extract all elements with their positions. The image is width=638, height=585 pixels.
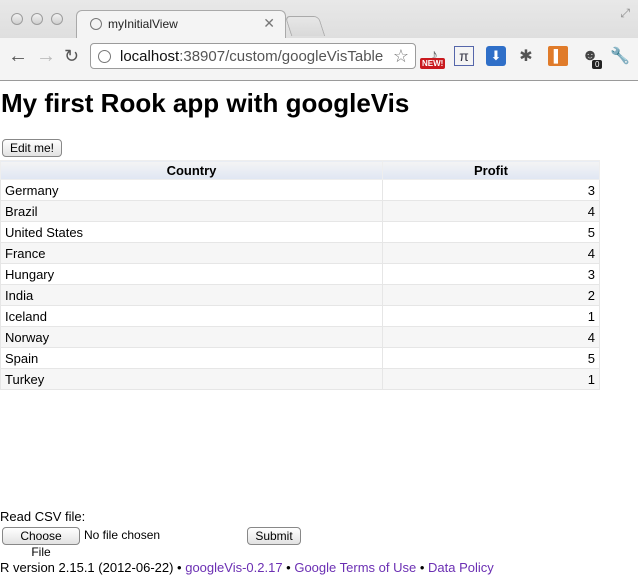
back-arrow-icon[interactable]: ← (8, 45, 28, 68)
r-version-text: R version 2.15.1 (2012-06-22) (0, 560, 174, 575)
cell-country: Iceland (0, 305, 383, 327)
cell-country: France (0, 242, 383, 264)
page-content: My first Rook app with googleVis Edit me… (0, 81, 638, 585)
zoom-window-icon[interactable] (51, 13, 63, 25)
extension-download-icon[interactable]: ⬇ (486, 46, 506, 66)
choose-file-button[interactable]: Choose File (2, 527, 80, 559)
tab-close-icon[interactable]: ✕ (263, 15, 275, 32)
forward-arrow-icon[interactable]: → (36, 45, 56, 68)
table-row[interactable]: Hungary 3 (0, 263, 600, 285)
cell-profit: 5 (382, 347, 600, 369)
cell-profit: 3 (382, 263, 600, 285)
page-title: My first Rook app with googleVis (1, 88, 410, 118)
table-row[interactable]: France 4 (0, 242, 600, 264)
cell-profit: 4 (382, 326, 600, 348)
csv-upload-label: Read CSV file: (0, 509, 86, 524)
cell-country: Brazil (0, 200, 383, 222)
footer-separator: • (416, 560, 428, 575)
new-badge: NEW! (420, 58, 446, 69)
cell-profit: 1 (382, 368, 600, 390)
page-info-icon[interactable] (98, 50, 111, 63)
table-row[interactable]: Brazil 4 (0, 200, 600, 222)
cell-profit: 5 (382, 221, 600, 243)
cell-profit: 3 (382, 179, 600, 201)
table-row[interactable]: Turkey 1 (0, 368, 600, 390)
cell-country: Germany (0, 179, 383, 201)
footer: R version 2.15.1 (2012-06-22) • googleVi… (0, 560, 494, 575)
close-window-icon[interactable] (11, 13, 23, 25)
cell-country: Norway (0, 326, 383, 348)
table-row[interactable]: Germany 3 (0, 179, 600, 201)
reload-icon[interactable]: ↻ (64, 46, 79, 67)
url-text: localhost:38907/custom/googleVisTable (120, 48, 384, 65)
no-file-status: No file chosen (84, 528, 161, 542)
table-row[interactable]: United States 5 (0, 221, 600, 243)
cell-profit: 4 (382, 200, 600, 222)
table-row[interactable]: India 2 (0, 284, 600, 306)
column-header-profit[interactable]: Profit (382, 160, 600, 180)
table-header-row: Country Profit (0, 160, 600, 180)
cell-profit: 2 (382, 284, 600, 306)
new-tab-button[interactable] (284, 16, 326, 36)
table-row[interactable]: Spain 5 (0, 347, 600, 369)
minimize-window-icon[interactable] (31, 13, 43, 25)
submit-button[interactable]: Submit (247, 527, 301, 545)
fullscreen-icon[interactable]: ⤢ (620, 6, 630, 21)
globe-icon (90, 18, 102, 30)
cell-country: India (0, 284, 383, 306)
browser-tab[interactable]: myInitialView ✕ (76, 10, 286, 38)
data-table: Country Profit Germany 3 Brazil 4 United S… (0, 160, 600, 390)
extension-pi-icon[interactable]: π (454, 46, 474, 66)
address-bar[interactable]: localhost:38907/custom/googleVisTable ☆ (90, 43, 416, 69)
data-policy-link[interactable]: Data Policy (428, 560, 494, 575)
wrench-menu-icon[interactable]: 🔧 (610, 46, 630, 66)
cell-country: Turkey (0, 368, 383, 390)
table-row[interactable]: Iceland 1 (0, 305, 600, 327)
edit-button[interactable]: Edit me! (2, 139, 62, 157)
table-row[interactable]: Norway 4 (0, 326, 600, 348)
extension-book-icon[interactable]: ▌ (548, 46, 568, 66)
cell-profit: 1 (382, 305, 600, 327)
cell-country: Spain (0, 347, 383, 369)
browser-chrome: myInitialView ✕ ⤢ ← → ↻ localhost:38907/… (0, 0, 638, 81)
column-header-country[interactable]: Country (0, 160, 383, 180)
googlevis-link[interactable]: googleVis-0.2.17 (185, 560, 282, 575)
extension-bug-icon[interactable]: ✱ (516, 46, 536, 66)
bookmark-star-icon[interactable]: ☆ (393, 46, 409, 67)
footer-separator: • (173, 560, 186, 575)
cell-country: United States (0, 221, 383, 243)
browser-toolbar: ← → ↻ localhost:38907/custom/googleVisTa… (0, 38, 638, 80)
footer-separator: • (282, 560, 295, 575)
tab-title: myInitialView (108, 17, 178, 31)
count-badge: 0 (592, 60, 603, 69)
cell-profit: 4 (382, 242, 600, 264)
cell-country: Hungary (0, 263, 383, 285)
terms-of-use-link[interactable]: Google Terms of Use (294, 560, 416, 575)
